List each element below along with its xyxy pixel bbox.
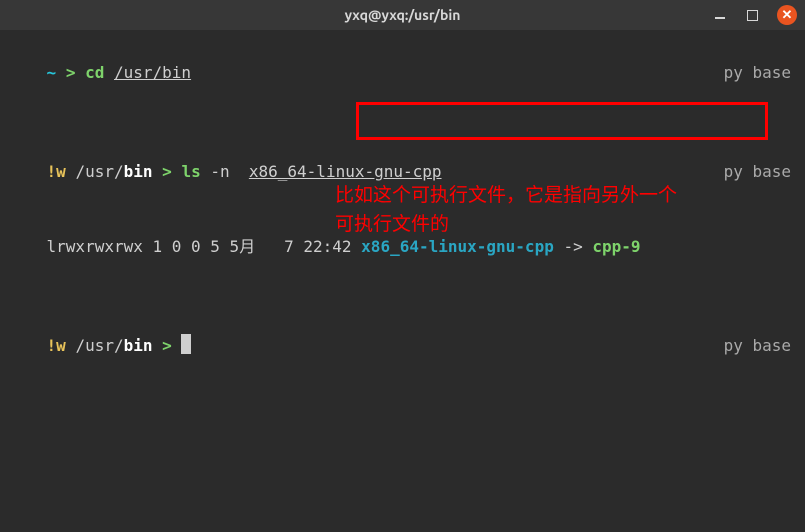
env-indicator: py base [724,160,791,185]
symlink-name: x86_64-linux-gnu-cpp [361,237,554,256]
prompt-chevron: > [162,162,172,181]
prompt-shell: !w [47,162,66,181]
close-button[interactable]: ✕ [777,5,797,25]
ls-flag: -n [210,162,229,181]
window-controls: ✕ [713,5,797,25]
ls-arg: x86_64-linux-gnu-cpp [249,162,442,181]
prompt-shell: !w [47,336,66,355]
prompt-cwd: ~ [47,63,57,82]
ls-perms: lrwxrwxrwx 1 0 0 5 5月 7 22:42 [47,237,352,256]
minimize-button[interactable] [713,8,727,22]
cd-arg: /usr/bin [114,63,191,82]
window-title: yxq@yxq:/usr/bin [345,7,461,23]
prompt-dir-bold: bin [124,162,153,181]
prompt-line-2: !w /usr/bin > ls -n x86_64-linux-gnu-cpp… [8,135,797,209]
terminal-cursor [181,334,191,354]
symlink-target: cpp-9 [592,237,640,256]
maximize-button[interactable] [745,8,759,22]
terminal-body[interactable]: ~ > cd /usr/bin py base !w /usr/bin > ls … [0,30,805,532]
titlebar: yxq@yxq:/usr/bin ✕ [0,0,805,30]
prompt-line-1: ~ > cd /usr/bin py base [8,36,797,110]
prompt-dir: /usr/ [75,162,123,181]
prompt-dir-bold: bin [124,336,153,355]
command-ls: ls [181,162,200,181]
env-indicator: py base [724,334,791,359]
command-cd: cd [85,63,104,82]
prompt-chevron: > [162,336,172,355]
prompt-line-3: !w /usr/bin > py base [8,309,797,383]
symlink-arrow: -> [563,237,582,256]
prompt-dir: /usr/ [75,336,123,355]
env-indicator: py base [724,61,791,86]
prompt-chevron: > [66,63,76,82]
ls-output-line: lrwxrwxrwx 1 0 0 5 5月 7 22:42 x86_64-lin… [8,210,797,284]
